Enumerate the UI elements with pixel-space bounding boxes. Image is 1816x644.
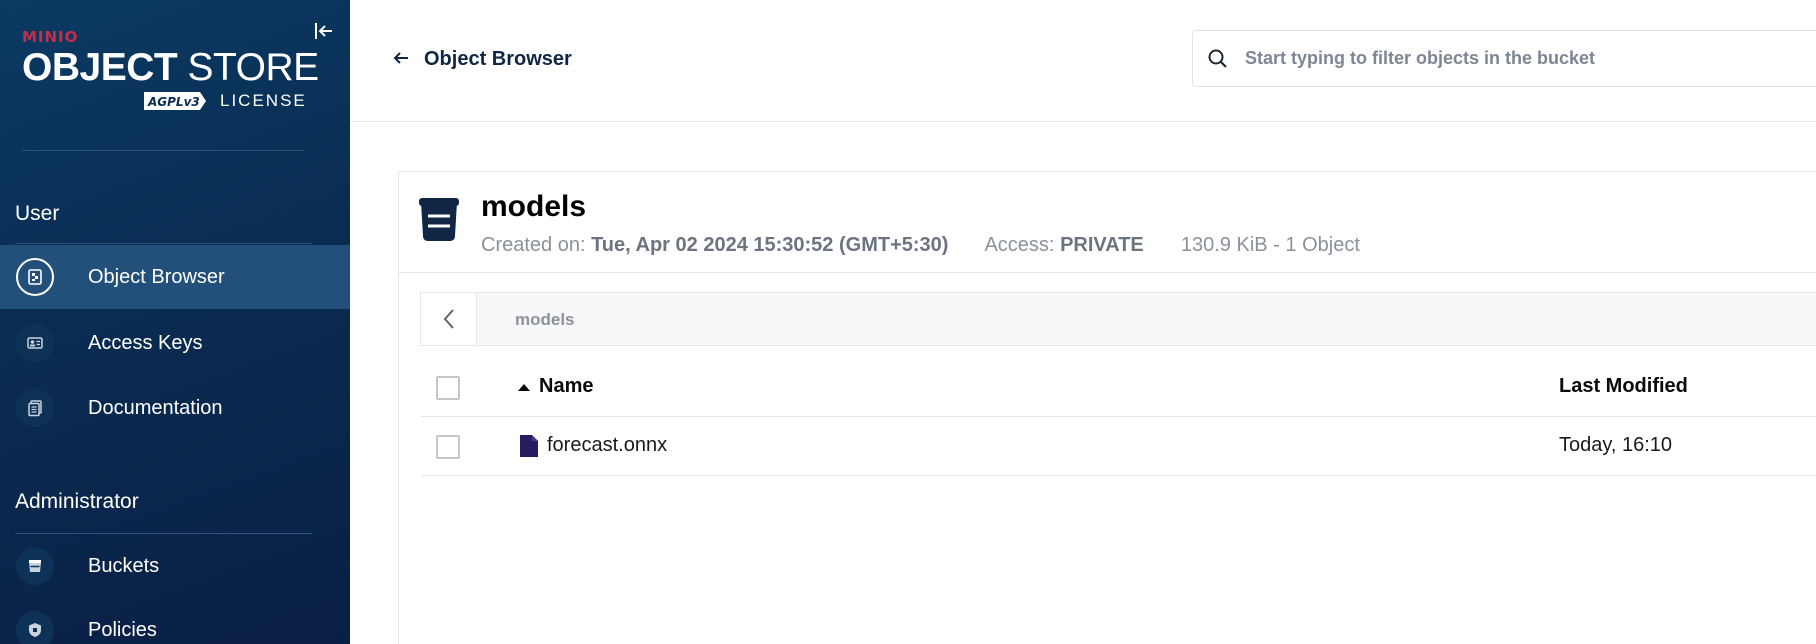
object-last-modified: Today, 16:10	[1559, 434, 1673, 456]
size-summary: 130.9 KiB - 1 Object	[1180, 234, 1360, 256]
page-title: Object Browser	[424, 48, 572, 70]
agpl-badge: AGPLv3	[140, 90, 210, 112]
created-value: Tue, Apr 02 2024 15:30:52 (GMT+5:30)	[591, 234, 949, 256]
row-checkbox[interactable]	[436, 435, 460, 459]
sidebar-item-label: Object Browser	[88, 265, 225, 288]
bucket-name: models	[481, 190, 587, 223]
sidebar-item-label: Policies	[88, 618, 157, 641]
section-title-administrator: Administrator	[15, 490, 139, 513]
table-row[interactable]: forecast.onnx Today, 16:10	[421, 417, 1816, 476]
table-header-row: Name Last Modified	[421, 358, 1816, 417]
breadcrumb: models	[420, 292, 1816, 346]
select-all-checkbox[interactable]	[436, 376, 460, 400]
search-icon	[1207, 48, 1229, 70]
buckets-icon	[16, 547, 54, 585]
sidebar-item-access-keys[interactable]: Access Keys	[0, 311, 350, 375]
object-browser-icon	[16, 258, 54, 296]
access-keys-icon	[16, 324, 54, 362]
sidebar-item-documentation[interactable]: Documentation	[0, 376, 350, 440]
search-box[interactable]	[1192, 30, 1816, 87]
file-icon	[519, 434, 539, 458]
chevron-left-icon	[443, 309, 454, 329]
bucket-icon	[418, 196, 460, 242]
logo-title: OBJECT STORE	[22, 46, 319, 89]
sidebar-item-label: Documentation	[88, 396, 223, 419]
section-title-user: User	[15, 202, 60, 225]
page-header: Object Browser	[350, 0, 1816, 122]
objects-table: Name Last Modified forecast.onnx Today, …	[421, 358, 1816, 476]
column-header-name[interactable]: Name	[517, 375, 593, 398]
breadcrumb-path[interactable]: models	[515, 310, 575, 330]
sidebar-divider	[22, 150, 305, 151]
access-label: Access:	[984, 234, 1055, 256]
sidebar-item-policies[interactable]: Policies	[0, 598, 350, 644]
svg-text:AGPLv3: AGPLv3	[147, 95, 200, 109]
column-header-last-modified[interactable]: Last Modified	[1559, 375, 1688, 398]
bucket-meta: Created on: Tue, Apr 02 2024 15:30:52 (G…	[481, 234, 1360, 257]
object-name[interactable]: forecast.onnx	[547, 434, 667, 457]
bucket-panel: models Created on: Tue, Apr 02 2024 15:3…	[398, 171, 1816, 644]
sidebar: MINIO OBJECT STORE AGPLv3 LICENSE User O…	[0, 0, 350, 644]
sidebar-item-buckets[interactable]: Buckets	[0, 534, 350, 598]
sort-ascending-icon	[518, 383, 530, 391]
minio-logo: MINIO OBJECT STORE AGPLv3 LICENSE	[22, 28, 322, 118]
back-to-object-browser-link[interactable]: Object Browser	[392, 48, 572, 71]
created-label: Created on:	[481, 234, 586, 256]
search-input[interactable]	[1245, 31, 1816, 86]
license-label: LICENSE	[220, 91, 307, 110]
access-value: PRIVATE	[1060, 234, 1144, 256]
policies-icon	[16, 611, 54, 644]
sidebar-item-label: Buckets	[88, 554, 160, 577]
logo-brand: MINIO	[22, 28, 79, 46]
bucket-header: models Created on: Tue, Apr 02 2024 15:3…	[399, 172, 1816, 273]
sidebar-item-object-browser[interactable]: Object Browser	[0, 245, 350, 309]
documentation-icon	[16, 389, 54, 427]
sidebar-item-label: Access Keys	[88, 331, 203, 354]
breadcrumb-back-button[interactable]	[421, 293, 477, 345]
logo-license: AGPLv3 LICENSE	[140, 90, 307, 112]
back-arrow-icon	[392, 48, 410, 71]
section-divider	[15, 243, 312, 244]
